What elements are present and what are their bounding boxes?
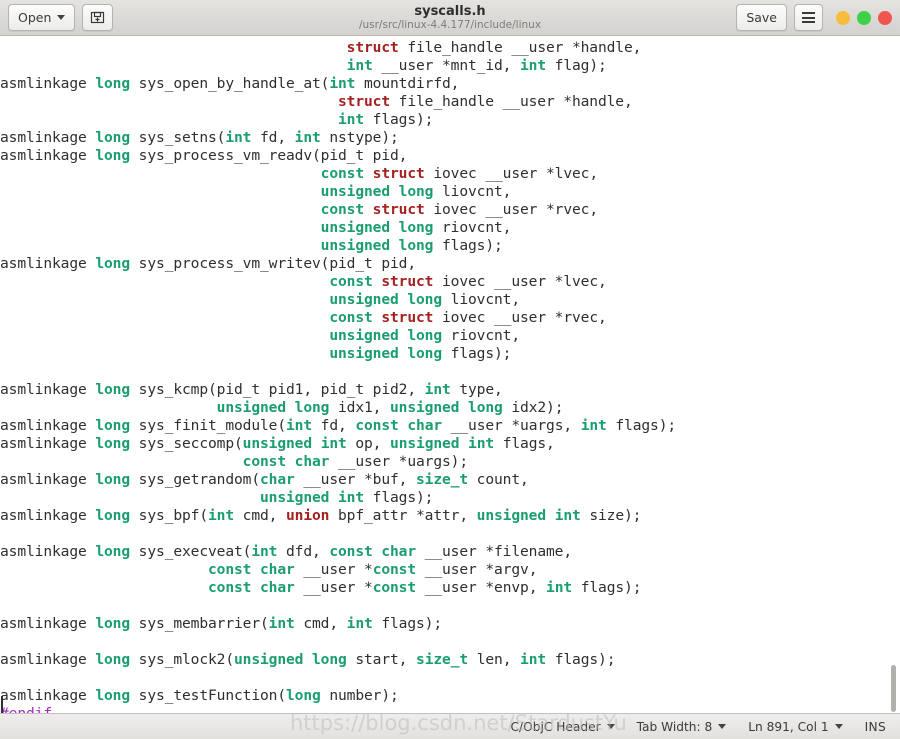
source-code-text[interactable]: struct file_handle __user *handle, int _… xyxy=(0,39,676,713)
text-cursor-caret xyxy=(1,696,3,713)
cursor-position-label: Ln 891, Col 1 xyxy=(748,719,829,734)
chevron-down-icon xyxy=(834,724,843,729)
page-title: syscalls.h xyxy=(414,3,486,19)
language-mode-label: C/ObjC Header xyxy=(510,719,601,734)
open-button-label: Open xyxy=(18,10,52,25)
hamburger-menu-icon xyxy=(802,12,815,23)
maximize-window-button[interactable] xyxy=(857,10,871,25)
main-menu-button[interactable] xyxy=(794,4,823,31)
window-title-bar: Open syscalls.h /usr/src/linux-4.4.177/i… xyxy=(0,0,900,36)
cursor-position-selector[interactable]: Ln 891, Col 1 xyxy=(748,719,843,734)
text-editor-area[interactable]: struct file_handle __user *handle, int _… xyxy=(0,36,900,713)
minimize-window-button[interactable] xyxy=(836,10,850,25)
chevron-down-icon xyxy=(606,724,615,729)
insert-mode-label: INS xyxy=(864,719,886,734)
vertical-scrollbar[interactable] xyxy=(890,36,898,713)
language-mode-selector[interactable]: C/ObjC Header xyxy=(511,720,615,734)
insert-mode-indicator[interactable]: INS xyxy=(865,720,886,734)
window-controls xyxy=(836,10,892,25)
save-button[interactable]: Save xyxy=(736,4,787,31)
vertical-scrollbar-thumb[interactable] xyxy=(891,665,896,712)
new-document-button[interactable] xyxy=(82,4,114,31)
titlebar-right-controls: Save xyxy=(736,4,892,31)
file-path-subtitle: /usr/src/linux-4.4.177/include/linux xyxy=(358,18,542,31)
new-document-icon xyxy=(90,10,105,25)
chevron-down-icon xyxy=(718,724,727,729)
tab-width-label: Tab Width: 8 xyxy=(636,719,713,734)
open-button[interactable]: Open xyxy=(8,4,76,31)
tab-width-selector[interactable]: Tab Width: 8 xyxy=(637,720,727,734)
chevron-down-icon xyxy=(57,15,66,20)
save-button-label: Save xyxy=(746,10,777,25)
titlebar-left-controls: Open xyxy=(8,4,114,31)
close-window-button[interactable] xyxy=(878,10,892,25)
status-bar: https://blog.csdn.net/StardustYu C/ObjC … xyxy=(0,711,900,739)
